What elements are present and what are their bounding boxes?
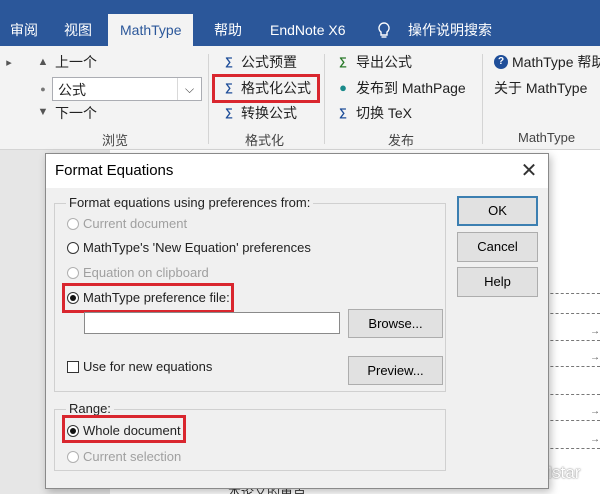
highlight-whole-document bbox=[62, 415, 186, 443]
toc-leader-line bbox=[540, 293, 600, 294]
mathtype-help-button[interactable]: MathType 帮助 bbox=[512, 53, 600, 71]
tab-help[interactable]: 帮助 bbox=[214, 14, 242, 46]
chevron-down-icon[interactable]: ⌵ bbox=[177, 78, 201, 100]
ribbon-scroll-icon: ▸ bbox=[6, 57, 12, 69]
prev-equation-button[interactable]: 上一个 bbox=[55, 53, 97, 71]
dialog-title: Format Equations bbox=[55, 162, 174, 179]
format-equations-dialog: Format Equations ✕ Format equations usin… bbox=[45, 153, 549, 489]
group-divider bbox=[324, 54, 325, 144]
paragraph-arrow-icon: → bbox=[590, 406, 600, 417]
highlight-format-equations bbox=[212, 74, 320, 103]
toc-leader-line bbox=[540, 340, 600, 341]
toggle-tex-button[interactable]: 切换 TeX bbox=[356, 104, 412, 122]
lightbulb-icon bbox=[377, 22, 391, 43]
radio-label: MathType's 'New Equation' preferences bbox=[83, 240, 311, 255]
equation-type-combo[interactable]: 公式 ⌵ bbox=[52, 77, 202, 101]
next-arrow-icon: ▼ bbox=[37, 106, 49, 118]
paragraph-arrow-icon: → bbox=[590, 352, 600, 363]
radio-button[interactable] bbox=[67, 267, 79, 279]
sigma-convert-icon: ∑ bbox=[225, 107, 233, 119]
help-icon: ? bbox=[494, 55, 508, 69]
sigma-preset-icon: ∑ bbox=[225, 56, 233, 68]
tab-view[interactable]: 视图 bbox=[64, 14, 92, 46]
toc-leader-line bbox=[540, 394, 600, 395]
publish-group-caption: 发布 bbox=[388, 133, 415, 148]
help-button[interactable]: Help bbox=[457, 267, 538, 297]
radio-label: Current selection bbox=[83, 449, 182, 464]
preference-file-path-field[interactable] bbox=[84, 312, 340, 334]
browse-group-caption: 浏览 bbox=[102, 133, 129, 148]
equation-preferences-button[interactable]: 公式预置 bbox=[241, 53, 297, 71]
group-divider bbox=[208, 54, 209, 144]
convert-equations-button[interactable]: 转换公式 bbox=[241, 104, 297, 122]
prev-arrow-icon: ▲ bbox=[37, 56, 49, 68]
preferences-group-legend: Format equations using preferences from: bbox=[66, 195, 314, 210]
ok-button[interactable]: OK bbox=[457, 196, 538, 226]
toc-leader-line bbox=[540, 420, 600, 421]
group-divider bbox=[482, 54, 483, 144]
tab-tell-me-search[interactable]: 操作说明搜索 bbox=[408, 14, 492, 46]
combo-dot-icon: ● bbox=[40, 84, 46, 94]
radio-button[interactable] bbox=[67, 218, 79, 230]
paragraph-arrow-icon: → bbox=[590, 326, 600, 337]
toc-leader-line bbox=[540, 448, 600, 449]
radio-label: Current document bbox=[83, 216, 188, 231]
mathtype-group-caption: MathType bbox=[518, 130, 576, 145]
paragraph-arrow-icon: → bbox=[590, 434, 600, 445]
publish-mathpage-button[interactable]: 发布到 MathPage bbox=[356, 79, 466, 97]
tex-icon: ∑ bbox=[339, 107, 347, 119]
about-mathtype-button[interactable]: 关于 MathType bbox=[494, 79, 587, 97]
cancel-button[interactable]: Cancel bbox=[457, 232, 538, 262]
radio-button[interactable] bbox=[67, 242, 79, 254]
format-group-caption: 格式化 bbox=[245, 133, 285, 148]
ribbon-tab-bar: 审阅 视图 MathType 帮助 EndNote X6 操作说明搜索 bbox=[0, 14, 600, 48]
next-equation-button[interactable]: 下一个 bbox=[55, 104, 97, 122]
tab-mathtype[interactable]: MathType bbox=[108, 14, 194, 48]
preview-button[interactable]: Preview... bbox=[348, 356, 443, 385]
radio-label: Equation on clipboard bbox=[83, 265, 209, 280]
tab-endnote[interactable]: EndNote X6 bbox=[270, 14, 346, 46]
use-for-new-equations-checkbox[interactable] bbox=[67, 361, 79, 373]
browse-button[interactable]: Browse... bbox=[348, 309, 443, 338]
use-for-new-equations-label: Use for new equations bbox=[83, 359, 213, 374]
export-equations-button[interactable]: 导出公式 bbox=[356, 53, 412, 71]
toc-leader-line bbox=[540, 366, 600, 367]
close-icon[interactable]: ✕ bbox=[516, 158, 542, 184]
range-group-legend: Range: bbox=[66, 401, 114, 416]
toc-leader-line bbox=[540, 313, 600, 314]
combo-value: 公式 bbox=[58, 82, 86, 98]
tab-review[interactable]: 审阅 bbox=[10, 14, 38, 46]
export-icon: ∑ bbox=[339, 56, 347, 68]
highlight-preference-file bbox=[62, 283, 234, 313]
globe-icon: ● bbox=[339, 80, 347, 95]
title-bar-strip bbox=[0, 0, 600, 14]
dialog-title-bar: Format Equations ✕ bbox=[46, 154, 548, 188]
radio-button[interactable] bbox=[67, 451, 79, 463]
